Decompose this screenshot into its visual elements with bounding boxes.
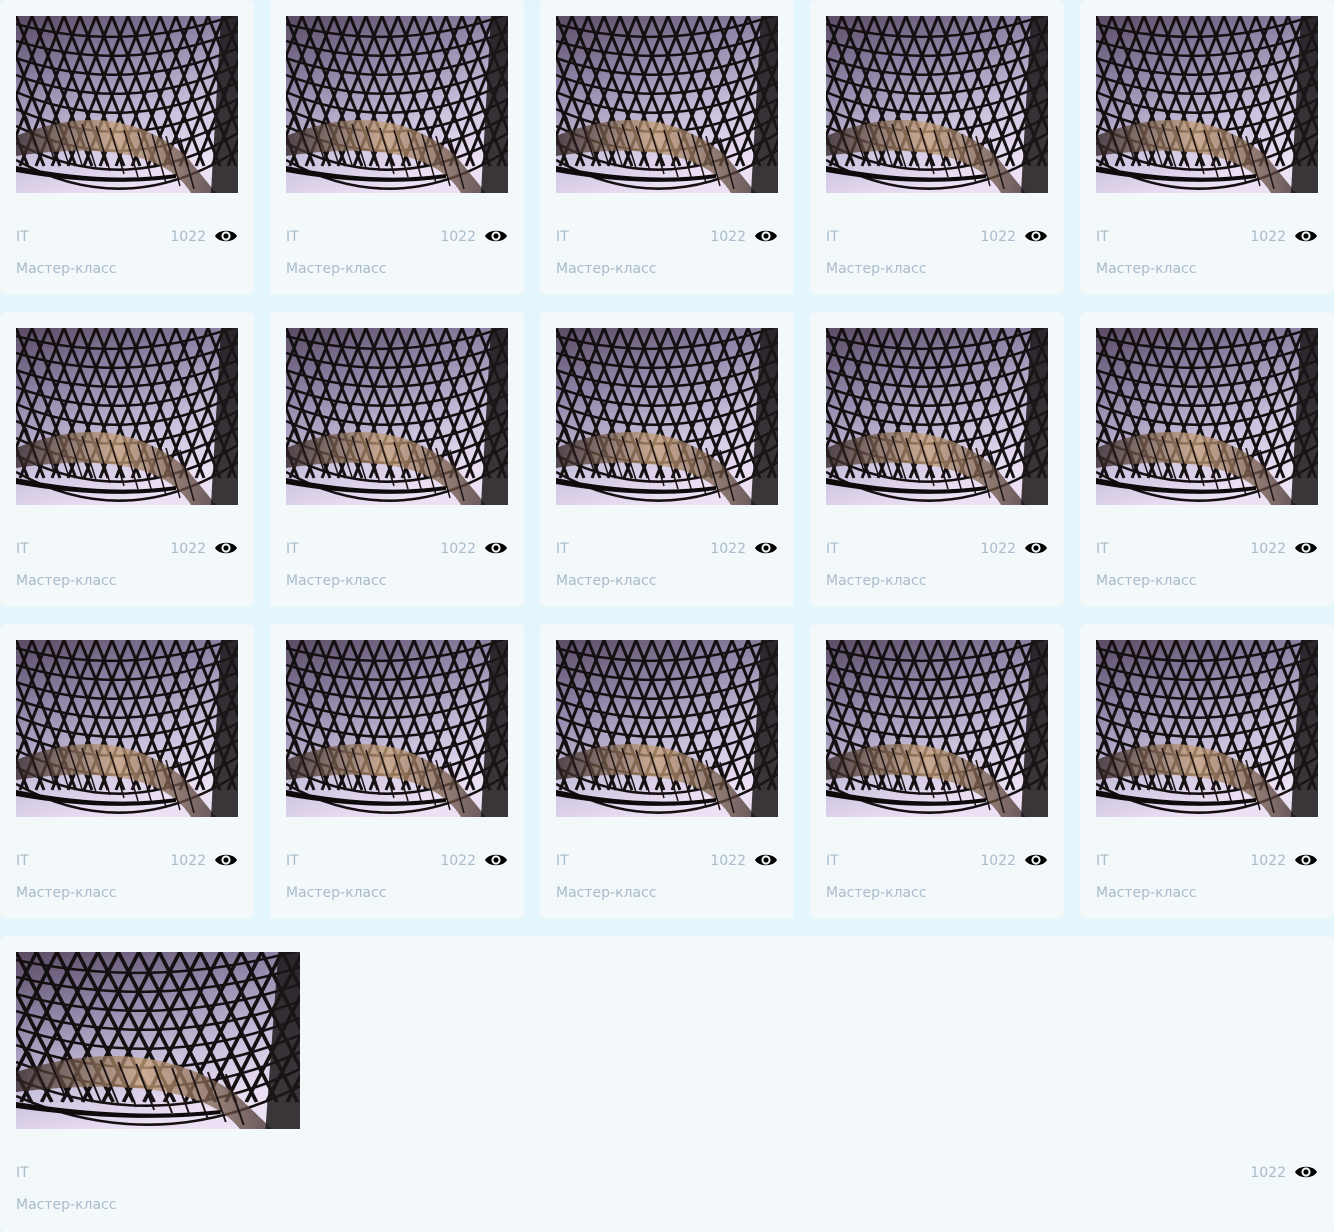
- event-thumbnail[interactable]: [16, 640, 238, 817]
- eye-icon: [214, 540, 238, 556]
- eye-icon: [484, 540, 508, 556]
- event-type: Мастер-класс: [1096, 261, 1197, 277]
- event-category: IT: [556, 229, 569, 245]
- event-type: Мастер-класс: [826, 885, 927, 901]
- eye-icon: [1294, 228, 1318, 244]
- eye-icon: [754, 540, 778, 556]
- eye-icon: [1024, 852, 1048, 868]
- event-type: Мастер-класс: [556, 885, 657, 901]
- event-thumbnail[interactable]: [16, 16, 238, 193]
- event-card[interactable]: IT 1022 Мастер-класс: [810, 624, 1064, 919]
- event-type: Мастер-класс: [16, 885, 117, 901]
- event-thumbnail[interactable]: [286, 16, 508, 193]
- event-category: IT: [286, 853, 299, 869]
- event-category: IT: [1096, 853, 1109, 869]
- event-category: IT: [556, 541, 569, 557]
- view-count: 1022: [440, 541, 476, 557]
- event-type: Мастер-класс: [556, 573, 657, 589]
- event-type: Мастер-класс: [1096, 885, 1197, 901]
- event-thumbnail[interactable]: [1096, 640, 1318, 817]
- eye-icon: [1024, 228, 1048, 244]
- event-card[interactable]: IT 1022 Мастер-класс: [810, 312, 1064, 607]
- event-type: Мастер-класс: [16, 573, 117, 589]
- event-thumbnail[interactable]: [556, 328, 778, 505]
- event-thumbnail[interactable]: [826, 328, 1048, 505]
- event-card-grid: IT 1022 Мастер-класс IT 1022 Мастер-класс IT 10…: [0, 0, 1334, 1232]
- event-card[interactable]: IT 1022 Мастер-класс: [540, 624, 794, 919]
- event-type: Мастер-класс: [16, 1197, 117, 1213]
- event-type: Мастер-класс: [286, 573, 387, 589]
- event-category: IT: [826, 541, 839, 557]
- event-card[interactable]: IT 1022 Мастер-класс: [540, 0, 794, 295]
- event-card[interactable]: IT 1022 Мастер-класс: [0, 312, 254, 607]
- view-count: 1022: [710, 229, 746, 245]
- event-category: IT: [16, 229, 29, 245]
- view-count: 1022: [170, 229, 206, 245]
- event-category: IT: [556, 853, 569, 869]
- event-thumbnail[interactable]: [16, 328, 238, 505]
- view-count: 1022: [1250, 229, 1286, 245]
- event-thumbnail[interactable]: [16, 952, 300, 1129]
- view-count: 1022: [980, 541, 1016, 557]
- event-card[interactable]: IT 1022 Мастер-класс: [270, 624, 524, 919]
- event-card[interactable]: IT 1022 Мастер-класс: [540, 312, 794, 607]
- event-thumbnail[interactable]: [1096, 328, 1318, 505]
- event-type: Мастер-класс: [1096, 573, 1197, 589]
- event-thumbnail[interactable]: [286, 640, 508, 817]
- event-type: Мастер-класс: [286, 885, 387, 901]
- event-card[interactable]: IT 1022 Мастер-класс: [0, 0, 254, 295]
- eye-icon: [1294, 852, 1318, 868]
- event-type: Мастер-класс: [556, 261, 657, 277]
- event-type: Мастер-класс: [826, 261, 927, 277]
- event-card[interactable]: IT 1022 Мастер-класс: [270, 0, 524, 295]
- view-count: 1022: [170, 853, 206, 869]
- event-thumbnail[interactable]: [556, 16, 778, 193]
- eye-icon: [1024, 540, 1048, 556]
- event-card[interactable]: IT 1022 Мастер-класс: [1080, 312, 1334, 607]
- view-count: 1022: [980, 229, 1016, 245]
- event-thumbnail[interactable]: [556, 640, 778, 817]
- view-count: 1022: [440, 229, 476, 245]
- view-count: 1022: [980, 853, 1016, 869]
- eye-icon: [1294, 540, 1318, 556]
- view-count: 1022: [1250, 541, 1286, 557]
- eye-icon: [754, 852, 778, 868]
- event-thumbnail[interactable]: [826, 16, 1048, 193]
- view-count: 1022: [1250, 853, 1286, 869]
- event-card[interactable]: IT 1022 Мастер-класс: [1080, 0, 1334, 295]
- eye-icon: [484, 852, 508, 868]
- eye-icon: [214, 852, 238, 868]
- view-count: 1022: [710, 853, 746, 869]
- event-card[interactable]: IT 1022 Мастер-класс: [810, 0, 1064, 295]
- event-category: IT: [1096, 229, 1109, 245]
- event-category: IT: [826, 229, 839, 245]
- event-type: Мастер-класс: [826, 573, 927, 589]
- event-thumbnail[interactable]: [286, 328, 508, 505]
- event-thumbnail[interactable]: [826, 640, 1048, 817]
- eye-icon: [754, 228, 778, 244]
- event-type: Мастер-класс: [286, 261, 387, 277]
- event-card[interactable]: IT 1022 Мастер-класс: [0, 936, 1334, 1232]
- eye-icon: [1294, 1164, 1318, 1180]
- event-card[interactable]: IT 1022 Мастер-класс: [270, 312, 524, 607]
- event-category: IT: [16, 1165, 29, 1181]
- eye-icon: [484, 228, 508, 244]
- event-category: IT: [1096, 541, 1109, 557]
- eye-icon: [214, 228, 238, 244]
- event-category: IT: [16, 541, 29, 557]
- event-category: IT: [286, 229, 299, 245]
- event-card[interactable]: IT 1022 Мастер-класс: [0, 624, 254, 919]
- event-thumbnail[interactable]: [1096, 16, 1318, 193]
- event-category: IT: [826, 853, 839, 869]
- event-card[interactable]: IT 1022 Мастер-класс: [1080, 624, 1334, 919]
- view-count: 1022: [440, 853, 476, 869]
- view-count: 1022: [710, 541, 746, 557]
- view-count: 1022: [170, 541, 206, 557]
- event-type: Мастер-класс: [16, 261, 117, 277]
- event-category: IT: [286, 541, 299, 557]
- event-category: IT: [16, 853, 29, 869]
- view-count: 1022: [1250, 1165, 1286, 1181]
